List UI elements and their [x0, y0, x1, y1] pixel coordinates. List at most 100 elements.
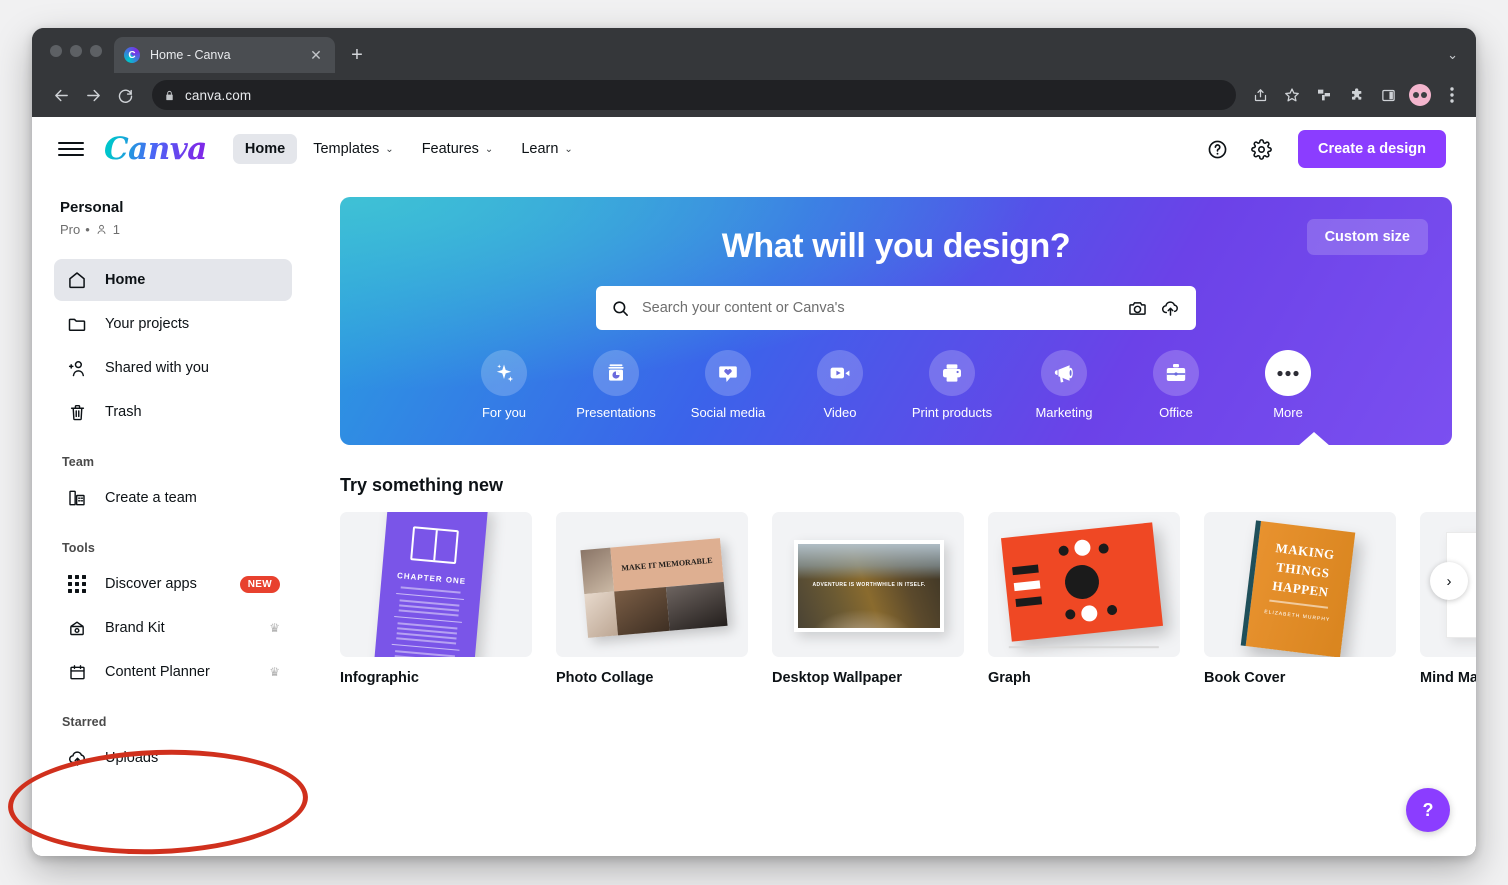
- category-marketing[interactable]: Marketing: [1008, 350, 1120, 420]
- nav-item-features[interactable]: Features ⌄: [410, 134, 506, 164]
- bookmark-star-icon[interactable]: [1278, 81, 1306, 109]
- sidebar-item-brand-kit[interactable]: Brand Kit ♛: [54, 607, 292, 649]
- template-thumbnail: MAKING THINGS HAPPEN ELIZABETH MURPHY: [1204, 512, 1396, 657]
- camera-icon[interactable]: [1127, 298, 1148, 319]
- template-thumbnail: MAKE IT MEMORABLE: [556, 512, 748, 657]
- canva-logo[interactable]: Canva: [104, 131, 207, 167]
- art-text: ADVENTURE IS WORTHWHILE IN ITSELF.: [812, 582, 926, 589]
- nav-label: Home: [244, 141, 286, 157]
- category-print-products[interactable]: Print products: [896, 350, 1008, 420]
- chevron-down-icon: ⌄: [385, 143, 394, 155]
- person-icon: [97, 224, 106, 234]
- sidebar-label: Content Planner: [105, 664, 210, 680]
- home-icon: [66, 269, 88, 291]
- account-name: Personal: [60, 199, 124, 216]
- carousel-next-button[interactable]: ›: [1430, 562, 1468, 600]
- tab-split-icon[interactable]: [1310, 81, 1338, 109]
- nav-label: Learn: [521, 141, 559, 157]
- category-for-you[interactable]: For you: [448, 350, 560, 420]
- main-content: Custom size What will you design? Search…: [314, 181, 1476, 856]
- art-author: ELIZABETH MURPHY: [1263, 608, 1331, 623]
- maximize-window-button[interactable]: [90, 44, 102, 57]
- template-card-book-cover[interactable]: MAKING THINGS HAPPEN ELIZABETH MURPHY Bo…: [1204, 512, 1396, 686]
- active-category-notch: [1298, 432, 1330, 445]
- nav-item-home[interactable]: Home: [232, 134, 298, 164]
- address-bar[interactable]: canva.com: [152, 80, 1236, 110]
- reload-icon[interactable]: [110, 80, 140, 110]
- ellipsis-icon: [1265, 350, 1311, 396]
- sidebar-item-content-planner[interactable]: Content Planner ♛: [54, 651, 292, 693]
- gear-icon[interactable]: [1248, 136, 1274, 162]
- account-meta: Pro • 1: [60, 222, 292, 237]
- search-icon: [613, 300, 628, 316]
- category-presentations[interactable]: Presentations: [560, 350, 672, 420]
- category-video[interactable]: Video: [784, 350, 896, 420]
- sidebar-heading-team: Team: [62, 455, 95, 469]
- search-input[interactable]: Search your content or Canva's: [596, 286, 1196, 330]
- sidebar-label: Trash: [105, 404, 142, 420]
- sidebar-item-your-projects[interactable]: Your projects: [54, 303, 292, 345]
- back-arrow-icon[interactable]: [46, 80, 76, 110]
- nav-item-templates[interactable]: Templates ⌄: [301, 134, 405, 164]
- menu-hamburger-icon[interactable]: [58, 136, 84, 162]
- design-hero-banner: Custom size What will you design? Search…: [340, 197, 1452, 445]
- sidebar-item-uploads[interactable]: Uploads: [54, 737, 292, 779]
- custom-size-button[interactable]: Custom size: [1306, 219, 1428, 255]
- sidebar-item-home[interactable]: Home: [54, 259, 292, 301]
- template-card-photo-collage[interactable]: MAKE IT MEMORABLE Photo Collage: [556, 512, 748, 686]
- nav-item-learn[interactable]: Learn ⌄: [509, 134, 584, 164]
- banner-title: What will you design?: [721, 227, 1071, 265]
- apps-grid-icon: [66, 573, 88, 595]
- browser-menu-icon[interactable]: [1438, 81, 1466, 109]
- category-label: Social media: [690, 405, 766, 420]
- forward-arrow-icon[interactable]: [78, 80, 108, 110]
- trash-icon: [66, 401, 88, 423]
- category-social-media[interactable]: Social media: [672, 350, 784, 420]
- create-a-design-button[interactable]: Create a design: [1298, 130, 1446, 168]
- graph-art: [1000, 522, 1164, 649]
- browser-action-icons: [1246, 81, 1466, 109]
- new-tab-button[interactable]: +: [343, 41, 371, 69]
- category-office[interactable]: Office: [1120, 350, 1232, 420]
- browser-tab[interactable]: C Home - Canva ✕: [114, 37, 335, 73]
- window-traffic-lights[interactable]: [44, 28, 114, 73]
- sparkle-icon: [481, 350, 527, 396]
- sidebar-item-shared-with-you[interactable]: Shared with you: [54, 347, 292, 389]
- heart-bubble-icon: [705, 350, 751, 396]
- cloud-upload-icon[interactable]: [1160, 298, 1181, 319]
- chevron-down-icon: ⌄: [484, 143, 494, 155]
- template-thumbnail: CHAPTER ONE: [340, 512, 532, 657]
- side-panel-icon[interactable]: [1374, 81, 1402, 109]
- web-page: Canva Home Templates ⌄ Features ⌄ Learn: [32, 117, 1476, 856]
- search-placeholder: Search your content or Canva's: [642, 300, 845, 316]
- close-window-button[interactable]: [50, 44, 62, 57]
- help-fab-button[interactable]: ?: [1406, 788, 1450, 832]
- category-label: For you: [481, 405, 527, 420]
- canva-favicon: C: [124, 47, 140, 63]
- lock-icon: [166, 90, 173, 100]
- main-nav: Home Templates ⌄ Features ⌄ Learn ⌄: [232, 134, 585, 164]
- profile-avatar-icon[interactable]: [1406, 81, 1434, 109]
- book-cover-art: MAKING THINGS HAPPEN ELIZABETH MURPHY: [1240, 520, 1356, 657]
- video-camera-icon: [817, 350, 863, 396]
- tab-search-chevron-icon[interactable]: ⌄: [1447, 47, 1458, 63]
- extensions-puzzle-icon[interactable]: [1342, 81, 1370, 109]
- category-label: Video: [823, 405, 857, 420]
- sidebar-item-trash[interactable]: Trash: [54, 391, 292, 433]
- canva-app-header: Canva Home Templates ⌄ Features ⌄ Learn: [32, 117, 1476, 181]
- sidebar-group-main: Home Your projects Shared with you Trash: [54, 259, 292, 433]
- url-text: canva.com: [185, 87, 252, 103]
- close-tab-icon[interactable]: ✕: [307, 46, 325, 64]
- building-icon: [66, 487, 88, 509]
- category-label: Print products: [911, 405, 993, 420]
- sidebar-item-discover-apps[interactable]: Discover apps NEW: [54, 563, 292, 605]
- share-icon[interactable]: [1246, 81, 1274, 109]
- help-circle-icon[interactable]: [1204, 136, 1230, 162]
- sidebar-item-create-a-team[interactable]: Create a team: [54, 477, 292, 519]
- template-card-infographic[interactable]: CHAPTER ONE Infographic: [340, 512, 532, 686]
- template-card-desktop-wallpaper[interactable]: ADVENTURE IS WORTHWHILE IN ITSELF. Deskt…: [772, 512, 964, 686]
- status-badge-new: NEW: [239, 575, 280, 593]
- minimize-window-button[interactable]: [70, 44, 82, 57]
- category-more[interactable]: More: [1232, 350, 1344, 420]
- template-card-graph[interactable]: Graph: [988, 512, 1180, 686]
